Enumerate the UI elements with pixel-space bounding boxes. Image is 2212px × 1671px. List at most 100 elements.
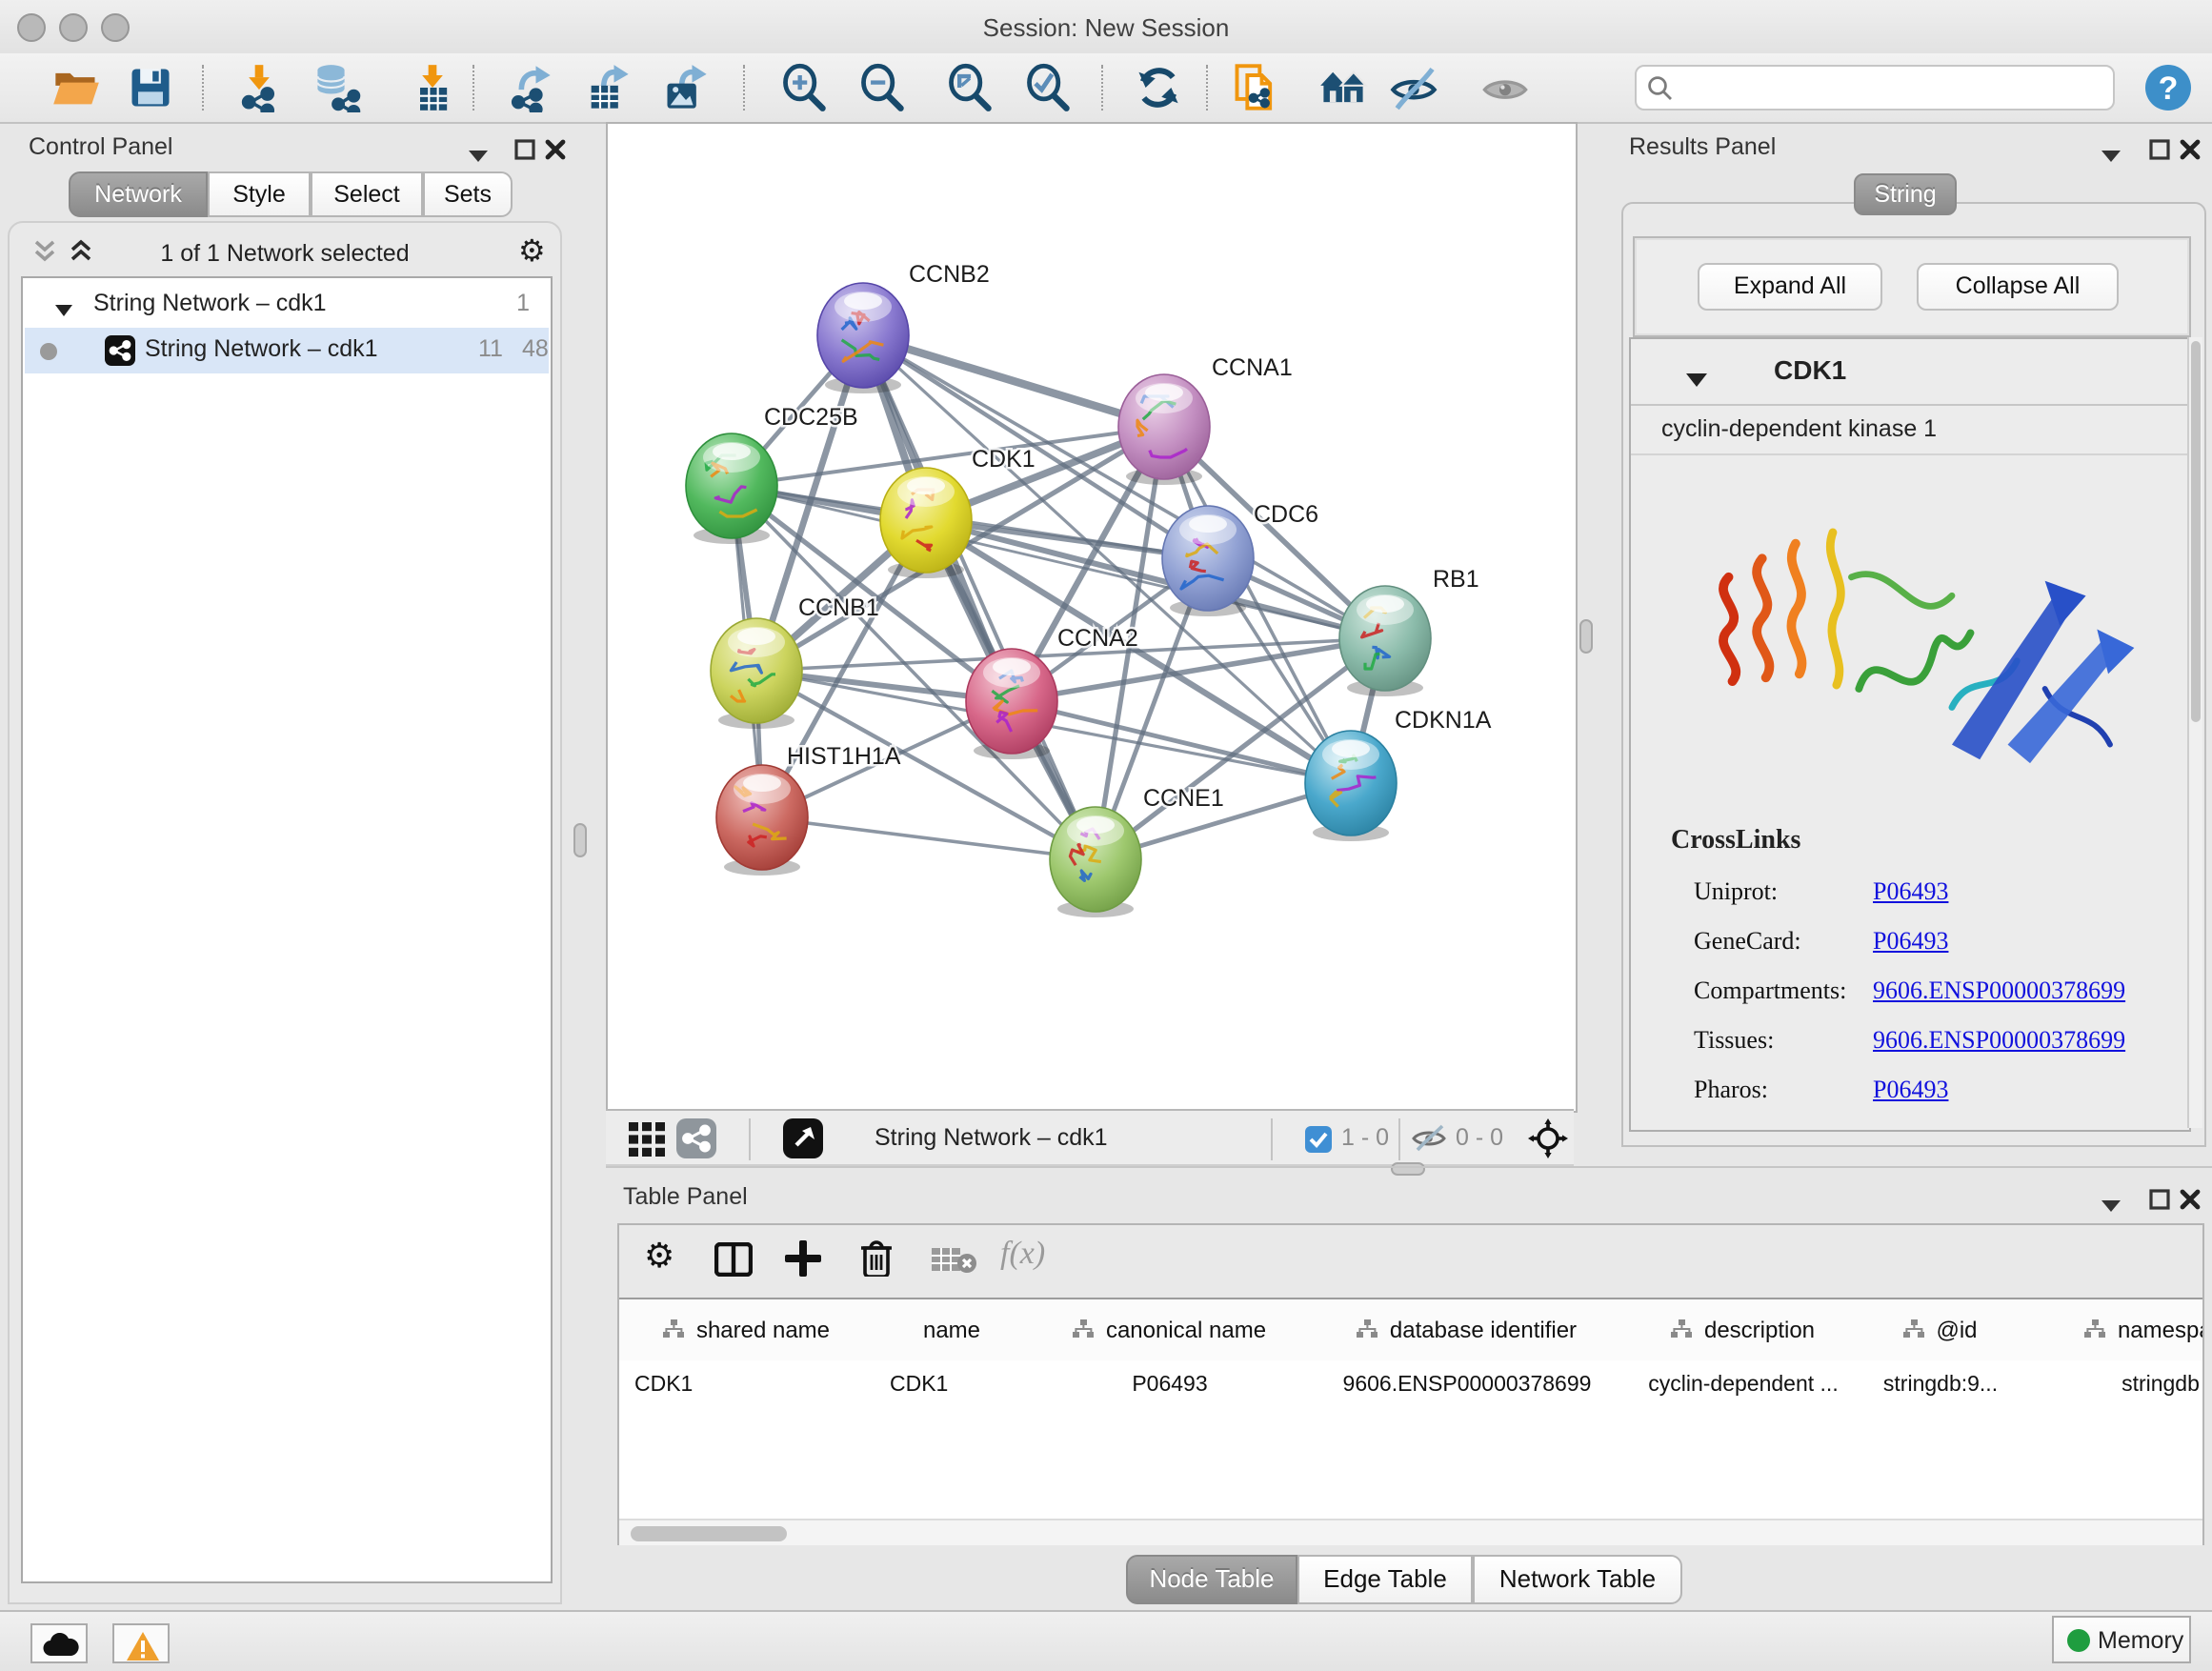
zoom-fit-icon[interactable] [945, 63, 995, 112]
network-options-gear-icon[interactable]: ⚙ [518, 232, 546, 271]
network-row-selected[interactable]: String Network – cdk1 11 48 [25, 328, 549, 373]
grid-view-icon[interactable] [629, 1122, 665, 1166]
table-cell[interactable]: CDK1 [619, 1360, 890, 1410]
import-network-database-icon[interactable] [312, 63, 362, 112]
column-header-name[interactable]: name [875, 1299, 1031, 1359]
tab-style[interactable]: Style [208, 171, 311, 217]
tab-sets[interactable]: Sets [423, 171, 513, 217]
search-field[interactable] [1635, 65, 2115, 111]
search-input[interactable] [1682, 69, 2109, 107]
save-session-icon[interactable] [126, 63, 175, 112]
results-scrollbar-thumb[interactable] [2191, 341, 2201, 722]
table-data-row[interactable]: CDK1CDK1P064939606.ENSP00000378699cyclin… [619, 1360, 2202, 1410]
table-settings-gear-icon[interactable]: ⚙ [644, 1237, 674, 1277]
memory-button[interactable]: Memory [2052, 1616, 2191, 1663]
export-table-icon[interactable] [583, 63, 633, 112]
table-cell[interactable]: P06493 [1029, 1360, 1311, 1410]
crosslink-value-link[interactable]: P06493 [1873, 876, 1948, 907]
panel-float-icon[interactable] [514, 135, 535, 170]
open-in-window-icon[interactable] [783, 1118, 823, 1168]
collection-expand-icon[interactable] [55, 297, 72, 324]
add-column-icon[interactable] [785, 1240, 821, 1286]
table-cell[interactable]: stringdb:9... [1863, 1360, 2018, 1410]
help-icon[interactable]: ? [2142, 61, 2195, 124]
table-cell[interactable]: stringdb [2018, 1360, 2202, 1410]
section-collapse-icon[interactable] [1686, 364, 1707, 398]
export-network-icon[interactable] [505, 63, 554, 112]
import-table-file-icon[interactable] [408, 63, 457, 112]
collapse-all-button[interactable]: Collapse All [1917, 263, 2119, 311]
edge[interactable] [863, 335, 1096, 859]
collection-count: 1 [516, 290, 530, 316]
open-session-icon[interactable] [51, 63, 101, 112]
tab-network[interactable]: Network [69, 171, 208, 217]
show-home-icon[interactable] [1318, 63, 1368, 112]
network-collection-row[interactable]: String Network – cdk1 1 [25, 284, 549, 328]
clone-network-icon[interactable] [1231, 63, 1280, 112]
edge[interactable] [762, 817, 1096, 859]
edge[interactable] [926, 520, 1385, 638]
panel-menu-icon[interactable] [2101, 139, 2121, 173]
panel-close-icon[interactable] [545, 135, 566, 170]
tab-network-table[interactable]: Network Table [1473, 1555, 1682, 1604]
crosslink-value-link[interactable]: P06493 [1873, 1075, 1948, 1105]
column-header-database-identifier[interactable]: database identifier [1311, 1299, 1625, 1359]
results-scrollbar[interactable] [2187, 337, 2202, 1128]
node-CDKN1A[interactable]: CDKN1A [1305, 707, 1492, 841]
edge[interactable] [863, 335, 1164, 427]
hide-selected-icon[interactable] [1389, 63, 1438, 112]
selected-checkbox-icon[interactable] [1305, 1126, 1332, 1162]
node-HIST1H1A[interactable]: HIST1H1A [716, 743, 901, 876]
tab-node-table[interactable]: Node Table [1126, 1555, 1297, 1604]
tab-select[interactable]: Select [311, 171, 423, 217]
column-header-description[interactable]: description [1623, 1299, 1865, 1359]
crosslink-label: Uniprot: [1694, 876, 1778, 907]
crosslink-row: Tissues:9606.ENSP00000378699 [1631, 1017, 2189, 1067]
node-CCNE1[interactable]: CCNE1 [1050, 785, 1224, 917]
panel-close-icon[interactable] [2180, 135, 2201, 170]
zoom-in-icon[interactable] [779, 63, 829, 112]
zoom-selected-icon[interactable] [1023, 63, 1073, 112]
crosslink-value-link[interactable]: 9606.ENSP00000378699 [1873, 1025, 2125, 1056]
right-splitter-handle[interactable] [1579, 619, 1593, 654]
show-columns-icon[interactable] [714, 1242, 753, 1286]
node-CCNB1[interactable]: CCNB1 [711, 594, 879, 729]
table-scrollbar-thumb[interactable] [631, 1525, 787, 1540]
import-network-file-icon[interactable] [234, 63, 284, 112]
expand-all-button[interactable]: Expand All [1698, 263, 1882, 311]
left-splitter-handle[interactable] [573, 823, 587, 857]
function-builder-icon[interactable]: f(x) [1000, 1235, 1045, 1273]
warning-status-button[interactable] [112, 1623, 170, 1663]
network-canvas[interactable]: CCNB2 CCNA1 CDC25B CDK1 [606, 122, 1578, 1113]
panel-menu-icon[interactable] [469, 139, 488, 173]
delete-table-icon[interactable] [932, 1244, 977, 1284]
cdk1-section-header[interactable]: CDK1 [1631, 339, 2189, 406]
column-header-namespace[interactable]: namespace [2018, 1299, 2202, 1359]
panel-float-icon[interactable] [2149, 135, 2170, 170]
column-header-shared-name[interactable]: shared name [619, 1299, 876, 1359]
table-cell[interactable]: cyclin-dependent ... [1623, 1360, 1863, 1410]
birdseye-toggle-icon[interactable] [1528, 1118, 1568, 1168]
column-header-canonical-name[interactable]: canonical name [1029, 1299, 1313, 1359]
tab-string[interactable]: String [1854, 173, 1957, 215]
network-share-view-icon[interactable] [676, 1118, 716, 1168]
panel-menu-icon[interactable] [2101, 1189, 2121, 1223]
update-view-icon[interactable] [1134, 63, 1183, 112]
node-RB1[interactable]: RB1 [1339, 566, 1479, 696]
table-cell[interactable]: 9606.ENSP00000378699 [1311, 1360, 1623, 1410]
hidden-eye-icon[interactable] [1412, 1124, 1446, 1162]
show-hidden-icon[interactable] [1480, 63, 1530, 112]
panel-close-icon[interactable] [2180, 1185, 2201, 1219]
zoom-out-icon[interactable] [857, 63, 907, 112]
cloud-status-button[interactable] [30, 1623, 88, 1663]
crosslink-value-link[interactable]: 9606.ENSP00000378699 [1873, 976, 2125, 1006]
delete-column-icon[interactable] [859, 1238, 894, 1286]
export-image-icon[interactable] [661, 63, 711, 112]
panel-float-icon[interactable] [2149, 1185, 2170, 1219]
column-header-@id[interactable]: @id [1863, 1299, 2020, 1359]
table-horizontal-scrollbar[interactable] [619, 1519, 2202, 1545]
table-cell[interactable]: CDK1 [875, 1360, 1044, 1410]
edge[interactable] [1012, 701, 1351, 783]
tab-edge-table[interactable]: Edge Table [1297, 1555, 1473, 1604]
crosslink-value-link[interactable]: P06493 [1873, 926, 1948, 956]
